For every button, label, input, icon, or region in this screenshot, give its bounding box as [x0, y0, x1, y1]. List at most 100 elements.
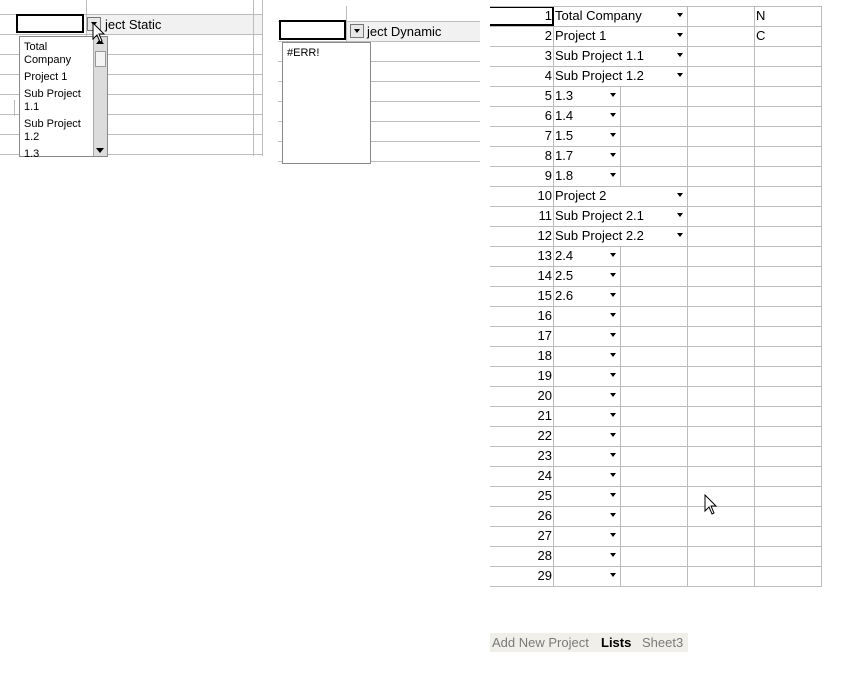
table-row[interactable]: 11 Sub Project 2.1 [490, 206, 821, 226]
dropdown-arrow-icon[interactable] [610, 153, 616, 157]
table-row[interactable]: 28 [490, 546, 821, 566]
row-number: 7 [544, 128, 552, 143]
table-row[interactable]: 1 Total Company N [490, 6, 821, 26]
dropdown-arrow-icon[interactable] [677, 193, 683, 197]
row-value[interactable]: 1.8 [555, 166, 573, 186]
dropdown-arrow-icon[interactable] [677, 213, 683, 217]
table-row[interactable]: 9 1.8 [490, 166, 821, 186]
row-number: 23 [537, 448, 552, 463]
table-row[interactable]: 16 [490, 306, 821, 326]
dropdown-arrow-icon[interactable] [610, 93, 616, 97]
dropdown-arrow-icon[interactable] [610, 293, 616, 297]
dropdown-arrow-icon[interactable] [610, 373, 616, 377]
dropdown-arrow-icon[interactable] [610, 553, 616, 557]
table-row[interactable]: 29 [490, 566, 821, 586]
row-value[interactable]: 1.3 [555, 86, 573, 106]
row-value[interactable]: 1.5 [555, 126, 573, 146]
row-value[interactable]: Project 2 [555, 186, 606, 206]
dropdown-item[interactable]: Sub Project 1.2 [20, 118, 92, 144]
table-row[interactable]: 25 [490, 486, 821, 506]
row-value[interactable]: 1.4 [555, 106, 573, 126]
grid-line [0, 34, 262, 35]
row-value[interactable]: 2.4 [555, 246, 573, 266]
dropdown-arrow-icon[interactable] [610, 393, 616, 397]
dropdown-arrow-icon[interactable] [610, 573, 616, 577]
tab-add-new-project[interactable]: Add New Project [492, 633, 589, 652]
table-row[interactable]: 22 [490, 426, 821, 446]
dynamic-selected-cell[interactable] [279, 20, 346, 40]
table-row[interactable]: 26 [490, 506, 821, 526]
dropdown-arrow-icon[interactable] [610, 493, 616, 497]
dropdown-arrow-icon[interactable] [677, 13, 683, 17]
dropdown-arrow-icon[interactable] [610, 333, 616, 337]
scroll-thumb[interactable] [95, 51, 106, 67]
dropdown-arrow-icon[interactable] [677, 33, 683, 37]
table-row[interactable]: 3 Sub Project 1.1 [490, 46, 821, 66]
table-row[interactable]: 18 [490, 346, 821, 366]
table-row[interactable]: 8 1.7 [490, 146, 821, 166]
row-value[interactable]: Sub Project 1.2 [555, 66, 644, 86]
dropdown-arrow-icon[interactable] [610, 173, 616, 177]
row-number: 16 [537, 308, 552, 323]
dropdown-arrow-icon[interactable] [610, 453, 616, 457]
tab-sheet3[interactable]: Sheet3 [642, 633, 683, 652]
table-row[interactable]: 17 [490, 326, 821, 346]
row-number: 21 [537, 408, 552, 423]
table-row[interactable]: 20 [490, 386, 821, 406]
dropdown-arrow-icon[interactable] [610, 313, 616, 317]
dropdown-arrow-icon[interactable] [677, 73, 683, 77]
table-row[interactable]: 19 [490, 366, 821, 386]
static-header-label: ject Static [105, 17, 162, 32]
dropdown-arrow-icon[interactable] [610, 133, 616, 137]
scroll-down-icon[interactable] [96, 148, 104, 153]
row-value[interactable]: Total Company [555, 6, 642, 26]
table-row[interactable]: 14 2.5 [490, 266, 821, 286]
dropdown-item[interactable]: #ERR! [283, 47, 370, 60]
table-row[interactable]: 15 2.6 [490, 286, 821, 306]
dropdown-arrow-icon[interactable] [610, 413, 616, 417]
table-row[interactable]: 10 Project 2 [490, 186, 821, 206]
row-value[interactable]: Sub Project 1.1 [555, 46, 644, 66]
static-dropdown-list[interactable]: Total Company Project 1 Sub Project 1.1 … [19, 36, 108, 160]
dropdown-arrow-icon[interactable] [610, 433, 616, 437]
table-row[interactable]: 13 2.4 [490, 246, 821, 266]
dropdown-arrow-icon[interactable] [610, 513, 616, 517]
dropdown-arrow-icon[interactable] [610, 113, 616, 117]
grid-line [262, 0, 263, 156]
row-number: 28 [537, 548, 552, 563]
table-row[interactable]: 23 [490, 446, 821, 466]
row-value[interactable]: 2.5 [555, 266, 573, 286]
dropdown-arrow-icon[interactable] [610, 273, 616, 277]
table-row[interactable]: 2 Project 1 C [490, 26, 821, 46]
dropdown-item[interactable]: Sub Project 1.1 [20, 88, 92, 114]
dropdown-arrow-icon[interactable] [610, 473, 616, 477]
dropdown-item[interactable]: 1.3 [20, 148, 92, 161]
table-row[interactable]: 5 1.3 [490, 86, 821, 106]
dropdown-item[interactable]: Project 1 [20, 71, 92, 84]
dynamic-dropdown-list[interactable]: #ERR! [282, 42, 371, 164]
dropdown-arrow-icon[interactable] [610, 253, 616, 257]
tab-lists[interactable]: Lists [601, 633, 631, 652]
table-row[interactable]: 24 [490, 466, 821, 486]
table-row[interactable]: 4 Sub Project 1.2 [490, 66, 821, 86]
table-row[interactable]: 21 [490, 406, 821, 426]
row-value[interactable]: 2.6 [555, 286, 573, 306]
row-value[interactable]: Sub Project 2.2 [555, 226, 644, 246]
dropdown-item[interactable]: Total Company [20, 41, 92, 67]
table-row[interactable]: 12 Sub Project 2.2 [490, 226, 821, 246]
table-row[interactable]: 6 1.4 [490, 106, 821, 126]
dropdown-arrow-icon[interactable] [677, 53, 683, 57]
dynamic-dropdown-button[interactable] [350, 24, 364, 38]
dropdown-scrollbar[interactable] [93, 37, 107, 156]
dropdown-arrow-icon[interactable] [610, 353, 616, 357]
row-number: 29 [537, 568, 552, 583]
table-row[interactable]: 27 [490, 526, 821, 546]
row-value[interactable]: Project 1 [555, 26, 606, 46]
dropdown-arrow-icon[interactable] [677, 233, 683, 237]
dropdown-arrow-icon[interactable] [610, 533, 616, 537]
table-row[interactable]: 7 1.5 [490, 126, 821, 146]
row-value[interactable]: Sub Project 2.1 [555, 206, 644, 226]
row-value[interactable]: 1.7 [555, 146, 573, 166]
row-number: 19 [537, 368, 552, 383]
static-selected-cell[interactable] [16, 14, 84, 33]
